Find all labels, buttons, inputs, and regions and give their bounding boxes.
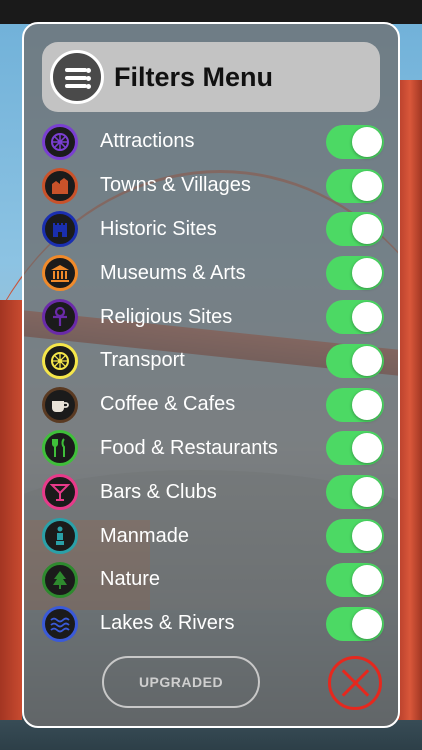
filter-row: Bars & Clubs	[42, 470, 386, 514]
filter-toggle[interactable]	[326, 256, 384, 291]
statue-icon	[42, 518, 78, 555]
toggle-knob	[352, 126, 382, 157]
filter-toggle[interactable]	[326, 387, 384, 422]
filter-label: Attractions	[100, 130, 195, 153]
waves-icon	[42, 605, 78, 642]
filters-panel: Filters Menu Attractions Towns & Villages…	[22, 22, 400, 728]
filter-toggle[interactable]	[326, 212, 384, 247]
filter-label: Coffee & Cafes	[100, 393, 236, 416]
toggle-knob	[352, 258, 382, 289]
filter-toggle[interactable]	[326, 168, 384, 203]
filter-label: Bars & Clubs	[100, 480, 217, 503]
castle-icon	[42, 211, 78, 248]
page-title: Filters Menu	[114, 61, 274, 92]
filter-row: Towns & Villages	[42, 164, 386, 208]
museum-icon	[42, 255, 78, 292]
filter-label: Lakes & Rivers	[100, 612, 235, 635]
cocktail-glass-icon	[42, 474, 78, 511]
toggle-knob	[352, 433, 382, 464]
filter-row: Attractions	[42, 120, 386, 164]
filter-label: Nature	[100, 568, 161, 591]
filter-toggle[interactable]	[326, 343, 384, 378]
filter-toggle[interactable]	[326, 475, 384, 510]
ferris-wheel-icon	[42, 123, 78, 160]
filter-label: Religious Sites	[100, 305, 233, 328]
filter-label: Towns & Villages	[100, 174, 251, 197]
toggle-knob	[352, 521, 382, 552]
filter-label: Museums & Arts	[100, 261, 246, 284]
toggle-knob	[352, 608, 382, 639]
toggle-knob	[352, 214, 382, 245]
close-icon[interactable]	[328, 656, 382, 710]
toggle-knob	[352, 477, 382, 508]
filter-toggle[interactable]	[326, 300, 384, 335]
filter-label: Historic Sites	[100, 217, 217, 240]
toggle-knob	[352, 170, 382, 201]
filter-row: Transport	[42, 339, 386, 383]
toggle-knob	[352, 564, 382, 595]
filter-toggle[interactable]	[326, 519, 384, 554]
menu-list-icon[interactable]	[50, 50, 104, 104]
filter-row: Museums & Arts	[42, 251, 386, 295]
town-icon	[42, 167, 78, 204]
fork-knife-icon	[42, 430, 78, 467]
filter-row: Food & Restaurants	[42, 427, 386, 471]
toggle-knob	[352, 345, 382, 376]
filter-label: Food & Restaurants	[100, 436, 278, 459]
filter-toggle[interactable]	[326, 431, 384, 466]
filter-toggle[interactable]	[326, 606, 384, 641]
filter-row: Religious Sites	[42, 295, 386, 339]
filter-label: Transport	[100, 349, 185, 372]
filter-list: Attractions Towns & Villages Historic Site…	[42, 120, 386, 646]
filter-toggle[interactable]	[326, 124, 384, 159]
filter-row: Coffee & Cafes	[42, 383, 386, 427]
upgraded-button[interactable]: UPGRADED	[102, 656, 260, 708]
toggle-knob	[352, 302, 382, 333]
status-area	[0, 0, 422, 24]
filter-toggle[interactable]	[326, 562, 384, 597]
filter-row: Manmade	[42, 514, 386, 558]
bridge-tower-right	[398, 80, 422, 720]
filters-header: Filters Menu	[42, 42, 380, 112]
filter-label: Manmade	[100, 524, 189, 547]
coffee-cup-icon	[42, 386, 78, 423]
filter-row: Historic Sites	[42, 208, 386, 252]
filter-row: Lakes & Rivers	[42, 602, 386, 646]
tree-icon	[42, 561, 78, 598]
toggle-knob	[352, 389, 382, 420]
filter-row: Nature	[42, 558, 386, 602]
wheel-icon	[42, 342, 78, 379]
bridge-tower-left	[0, 300, 22, 720]
ankh-icon	[42, 299, 78, 336]
